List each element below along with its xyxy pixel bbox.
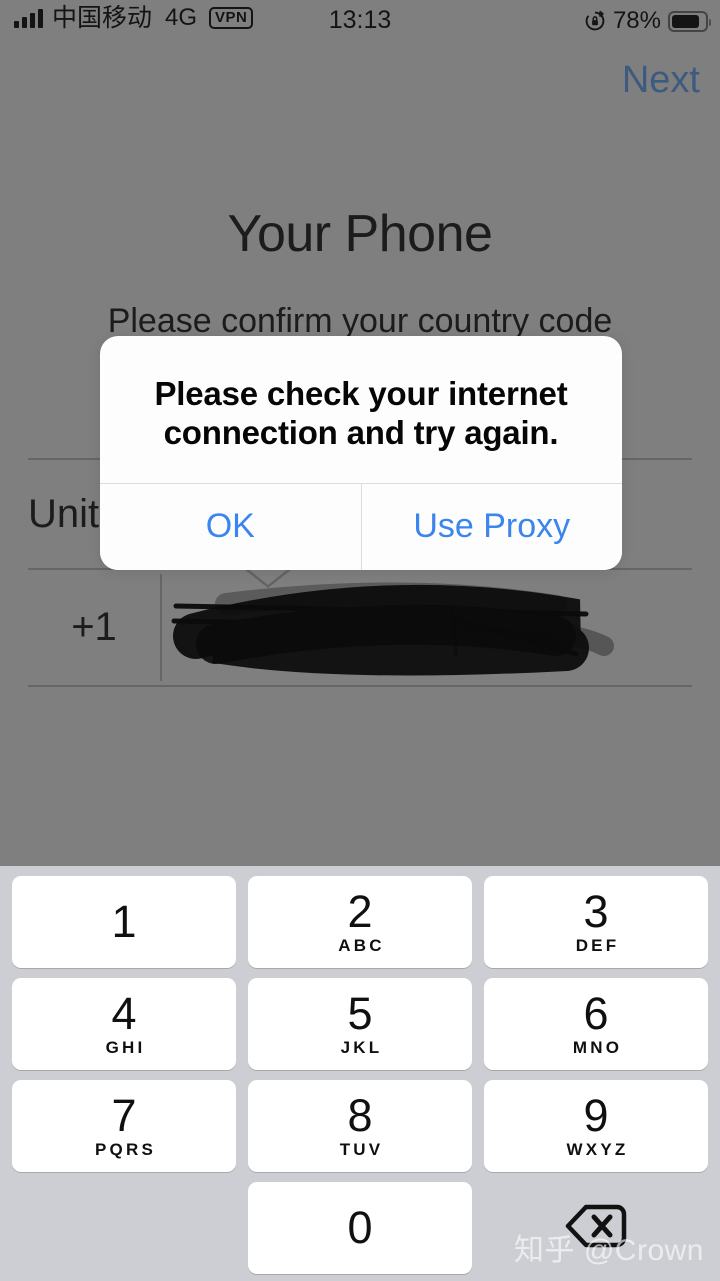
battery-percent-label: 78%: [612, 7, 661, 34]
rotation-lock-icon: [584, 10, 606, 32]
keypad-row: 4 GHI 5 JKL 6 MNO: [0, 978, 720, 1070]
key-7[interactable]: 7 PQRS: [12, 1080, 236, 1172]
alert-dialog: Please check your internet connection an…: [100, 336, 622, 570]
key-8[interactable]: 8 TUV: [248, 1080, 472, 1172]
phone-number-row[interactable]: +1: [28, 570, 692, 685]
phone-number-input[interactable]: [164, 570, 692, 685]
backspace-delete-icon: [565, 1203, 627, 1254]
key-3[interactable]: 3 DEF: [484, 876, 708, 968]
key-letters: WXYZ: [566, 1139, 629, 1159]
redaction-scribble: [171, 582, 614, 676]
key-digit: 9: [583, 1089, 609, 1141]
alert-btn-use-proxy[interactable]: Use Proxy: [361, 483, 622, 570]
key-letters: PQRS: [95, 1139, 156, 1159]
key-digit: 3: [583, 885, 609, 937]
status-bar: 中国移动 4G VPN 13:13 78%: [0, 0, 720, 44]
key-2[interactable]: 2 ABC: [248, 876, 472, 968]
keypad-row: 1 2 ABC 3 DEF: [0, 876, 720, 968]
key-6[interactable]: 6 MNO: [484, 978, 708, 1070]
key-1[interactable]: 1: [12, 876, 236, 968]
key-backspace[interactable]: [484, 1182, 708, 1274]
alert-actions: OK Use Proxy: [100, 482, 622, 570]
key-letters: DEF: [575, 935, 620, 955]
numeric-keypad: 1 2 ABC 3 DEF 4 GHI 5 JKL 6 MNO 7 PQRS 8…: [0, 866, 720, 1281]
status-bar-right: 78%: [584, 7, 711, 35]
alert-btn-ok[interactable]: OK: [100, 483, 362, 570]
key-digit: 2: [347, 885, 373, 937]
keypad-row: 7 PQRS 8 TUV 9 WXYZ: [0, 1080, 720, 1172]
key-0[interactable]: 0: [248, 1182, 472, 1274]
key-9[interactable]: 9 WXYZ: [484, 1080, 708, 1172]
key-digit: 0: [347, 1202, 373, 1253]
keypad-row: 0: [0, 1182, 720, 1274]
keypad-spacer: [12, 1182, 236, 1274]
key-digit: 1: [111, 896, 137, 947]
key-5[interactable]: 5 JKL: [248, 978, 472, 1070]
key-digit: 7: [111, 1089, 137, 1141]
key-digit: 8: [347, 1089, 373, 1141]
key-letters: TUV: [339, 1139, 384, 1159]
battery-icon: [668, 10, 711, 32]
key-letters: GHI: [105, 1037, 146, 1057]
key-letters: ABC: [338, 935, 385, 955]
phone-screen: 中国移动 4G VPN 13:13 78% Next Your Phone Pl…: [0, 0, 720, 1281]
page-title: Your Phone: [227, 205, 493, 263]
next-button[interactable]: Next: [622, 58, 700, 102]
key-digit: 4: [111, 987, 137, 1039]
key-letters: MNO: [572, 1037, 623, 1057]
key-digit: 6: [583, 987, 609, 1039]
divider-bottom: [28, 685, 692, 687]
key-digit: 5: [347, 987, 373, 1039]
country-code-label: +1: [71, 605, 117, 649]
key-4[interactable]: 4 GHI: [12, 978, 236, 1070]
alert-message: Please check your internet connection an…: [154, 375, 568, 452]
key-letters: JKL: [340, 1037, 383, 1057]
